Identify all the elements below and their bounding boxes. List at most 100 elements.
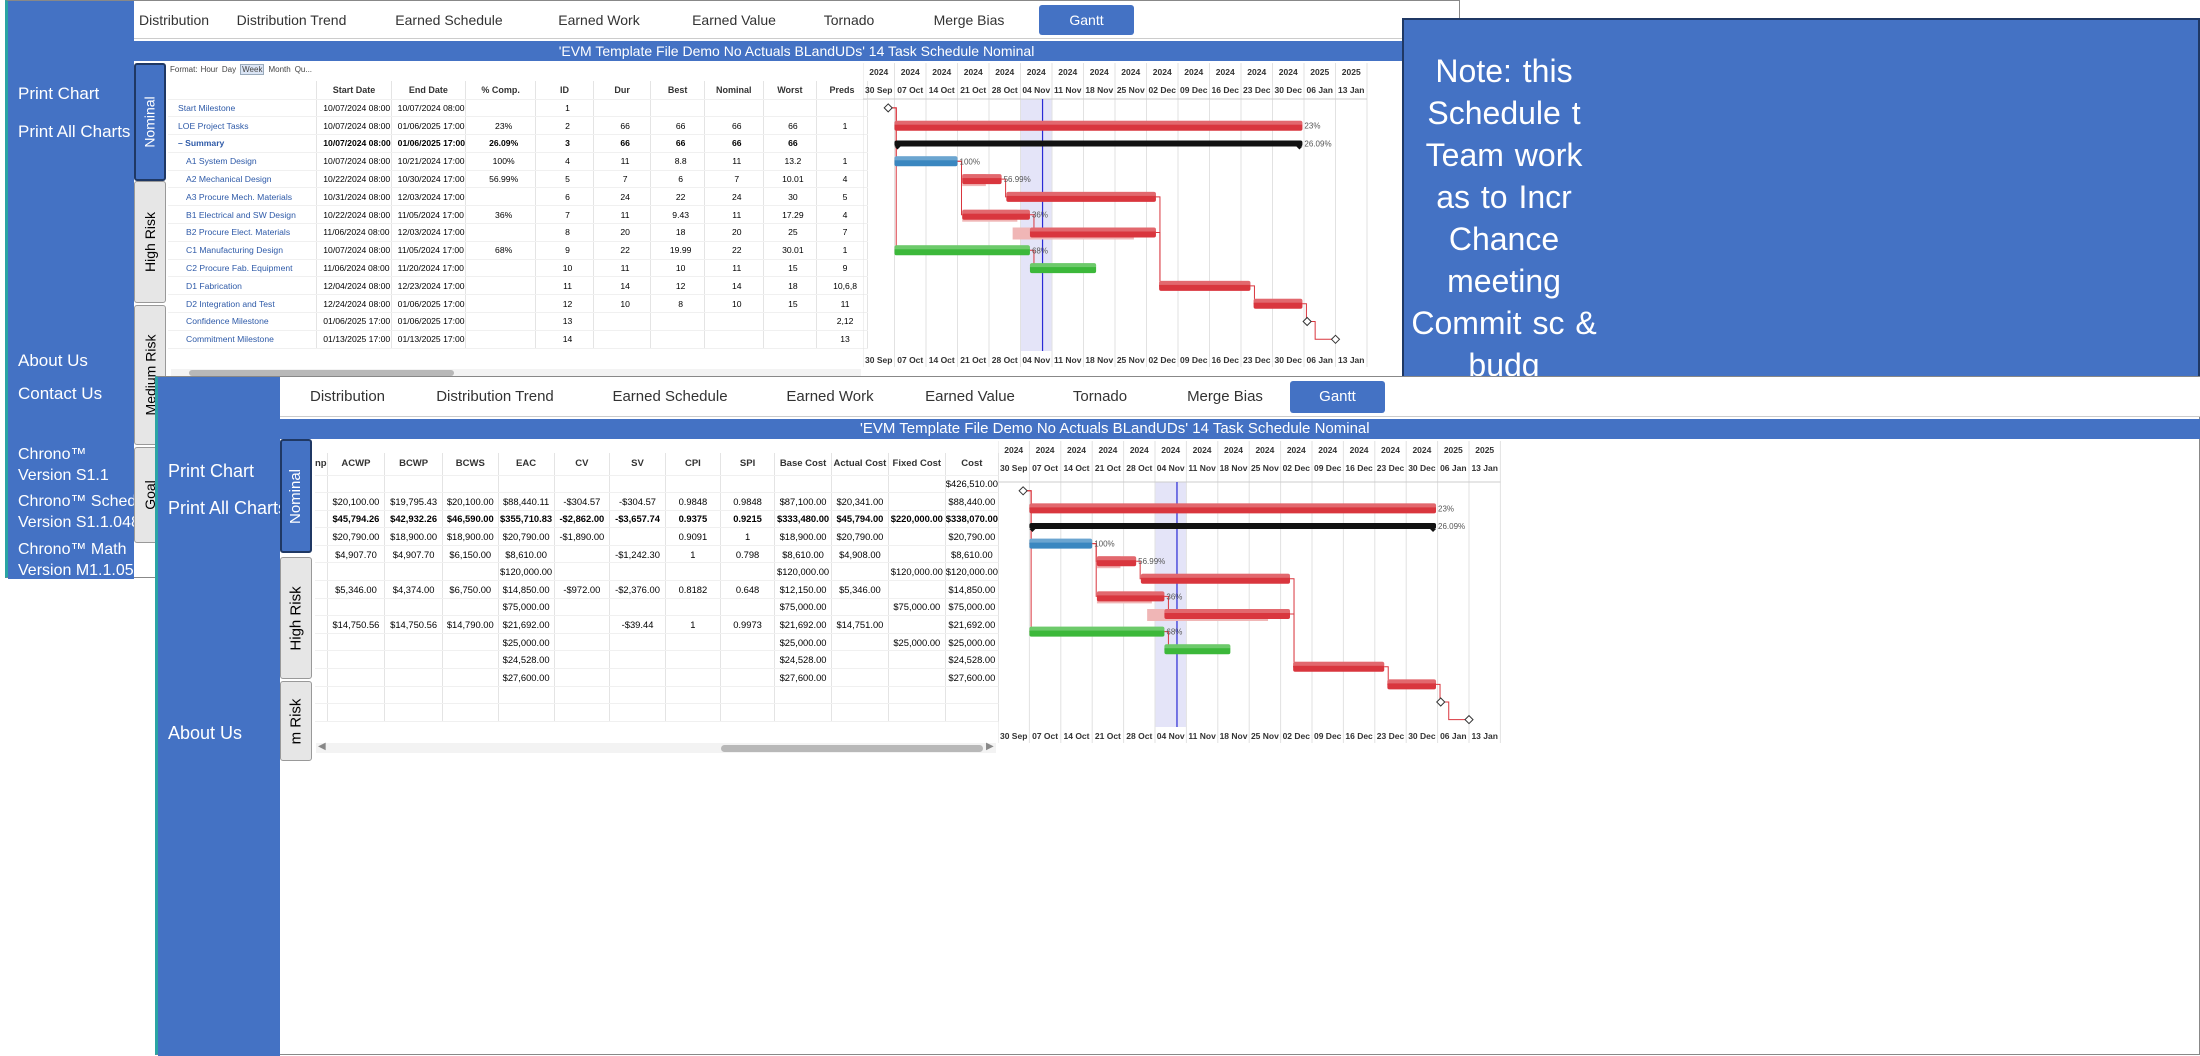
scroll-right-icon[interactable]: ▶ [986,741,994,752]
front-horizontal-scrollbar[interactable]: ◀ ▶ [316,741,996,753]
summary-bar[interactable] [1029,523,1437,529]
table-row[interactable]: $20,100.00 $19,795.43 $20,100.00 $88,440.11… [315,492,1000,511]
table-cell [384,598,443,617]
tab-tornado[interactable]: Tornado [799,5,899,35]
front-about-us-link[interactable]: About Us [168,723,242,744]
format-option-week[interactable]: Week [240,64,265,75]
table-row[interactable]: C1 Manufacturing Design 10/07/2024 08:00 1… [168,241,868,260]
table-row[interactable]: B2 Procure Elect. Materials 11/06/2024 08… [168,223,868,242]
vtab-high-risk[interactable]: High Risk [134,181,166,303]
tab-earned-work[interactable]: Earned Work [760,381,900,413]
tab-distribution[interactable]: Distribution [285,381,410,413]
week-tick-label: 02 Dec [1283,463,1311,473]
table-row[interactable]: $5,346.00 $4,374.00 $6,750.00 $14,850.00 -$9… [315,580,1000,599]
format-option-month[interactable]: Month [268,65,290,74]
tab-distribution-trend[interactable]: Distribution Trend [410,381,580,413]
tab-earned-value[interactable]: Earned Value [669,5,799,35]
tab-earned-work[interactable]: Earned Work [529,5,669,35]
format-option-hour[interactable]: Hour [201,65,218,74]
percent-label: 100% [1094,540,1114,549]
table-cell: 30 [763,187,818,207]
week-tick-label: 23 Dec [1243,85,1271,95]
week-tick-label: 25 Nov [1251,463,1279,473]
tab-gantt[interactable]: Gantt [1290,381,1385,413]
table-row[interactable]: $27,600.00 $27,600.00 $27,600.00 [315,668,1000,687]
table-row[interactable]: $25,000.00 $25,000.00 $25,000.00 $25,000.00 [315,633,1000,652]
front-scroll-thumb[interactable] [721,745,983,752]
table-cell: $25,000.00 [945,633,1000,652]
scroll-left-icon[interactable]: ◀ [318,741,326,752]
contact-us-link[interactable]: Contact Us [18,384,102,404]
table-row[interactable]: LOE Project Tasks 10/07/2024 08:00 01/06/2… [168,116,868,136]
format-option-qu[interactable]: Qu... [295,65,312,74]
vtab-high-risk[interactable]: High Risk [280,557,312,679]
table-row[interactable]: Commitment Milestone 01/13/2025 17:00 01/1… [168,330,868,349]
table-row[interactable]: A2 Mechanical Design 10/22/2024 08:00 10/3… [168,170,868,189]
vtab-nominal[interactable]: Nominal [280,439,312,553]
table-row[interactable]: A1 System Design 10/07/2024 08:00 10/21/20… [168,152,868,171]
tab-distribution[interactable]: Distribution [134,5,214,35]
tab-tornado[interactable]: Tornado [1040,381,1160,413]
table-row[interactable]: $45,794.26 $42,932.26 $46,590.00 $355,710.8… [315,510,1000,529]
week-tick-label: 25 Nov [1117,85,1145,95]
week-tick-label-bottom: 25 Nov [1117,355,1145,365]
table-row[interactable]: $120,000.00 $120,000.00 $120,000.00 $120,00… [315,562,1000,582]
table-row[interactable] [315,686,1000,705]
table-row[interactable]: $426,510.00 [315,475,1000,494]
table-cell: 12 [535,294,594,314]
week-tick-label: 18 Nov [1085,85,1113,95]
summary-bar[interactable] [894,140,1303,147]
table-cell: 10 [535,259,594,278]
week-tick-label-bottom: 16 Dec [1345,731,1373,741]
table-row[interactable]: A3 Procure Mech. Materials 10/31/2024 08:… [168,187,868,207]
tab-gantt[interactable]: Gantt [1039,5,1134,35]
year-tick-label: 2024 [1224,445,1243,455]
vtab-nominal[interactable]: Nominal [134,63,166,181]
front-print-all-link[interactable]: Print All Charts [168,498,287,519]
table-cell [384,633,443,652]
table-row[interactable] [315,703,1000,722]
table-cell [593,330,652,349]
table-cell: $20,341.00 [831,492,889,511]
back-print-chart-link[interactable]: Print Chart [18,84,99,104]
tab-merge-bias[interactable]: Merge Bias [1160,381,1290,413]
table-cell [315,562,328,582]
table-row[interactable]: D2 Integration and Test 12/24/2024 08:00 0… [168,294,868,314]
table-cell: 10 [704,294,764,314]
about-us-link[interactable]: About Us [18,351,88,371]
task-name: C2 Procure Fab. Equipment [168,259,318,278]
table-cell [774,686,832,705]
front-chart-title: 'EVM Template File Demo No Actuals BLand… [280,419,2200,439]
table-row[interactable]: Start Milestone 10/07/2024 08:00 10/07/202… [168,99,868,118]
table-row[interactable]: C2 Procure Fab. Equipment 11/06/2024 08:0… [168,259,868,278]
table-cell [763,330,818,349]
year-tick-label: 2024 [1161,445,1180,455]
table-row[interactable]: $4,907.70 $4,907.70 $6,150.00 $8,610.00 -$1,… [315,545,1000,564]
format-option-day[interactable]: Day [222,65,236,74]
vtab-m-risk[interactable]: m Risk [280,681,312,761]
front-print-chart-link[interactable]: Print Chart [168,461,254,482]
table-cell: 66 [704,116,764,136]
table-row[interactable]: $24,528.00 $24,528.00 $24,528.00 [315,650,1000,670]
tab-earned-value[interactable]: Earned Value [900,381,1040,413]
table-row[interactable]: D1 Fabrication 12/04/2024 08:00 12/23/2024… [168,276,868,296]
table-row[interactable]: Confidence Milestone 01/06/2025 17:00 01/0… [168,312,868,331]
table-cell: 7 [535,205,594,225]
year-tick-label: 2024 [1153,67,1172,77]
tab-merge-bias[interactable]: Merge Bias [899,5,1039,35]
back-print-all-link[interactable]: Print All Charts [18,122,130,142]
front-gantt-chart: 2024 2024 2024 2024 2024 2024 2024 2024 2024 2024… [998,441,1501,743]
table-cell [665,703,721,722]
table-row[interactable]: $14,750.56 $14,750.56 $14,790.00 $21,692.00… [315,615,1000,634]
table-row[interactable]: $20,790.00 $18,900.00 $18,900.00 $20,790.00… [315,527,1000,546]
tab-earned-schedule[interactable]: Earned Schedule [369,5,529,35]
table-cell [327,686,386,705]
week-tick-label: 04 Nov [1022,85,1050,95]
table-cell: $4,374.00 [384,580,443,599]
table-row[interactable]: $75,000.00 $75,000.00 $75,000.00 $75,000.00 [315,598,1000,617]
tab-earned-schedule[interactable]: Earned Schedule [580,381,760,413]
table-row[interactable]: – Summary 10/07/2024 08:00 01/06/2025 17:0… [168,134,868,153]
percent-label: 36% [1166,592,1182,601]
table-row[interactable]: B1 Electrical and SW Design 10/22/2024 08… [168,205,868,225]
tab-distribution-trend[interactable]: Distribution Trend [214,5,369,35]
